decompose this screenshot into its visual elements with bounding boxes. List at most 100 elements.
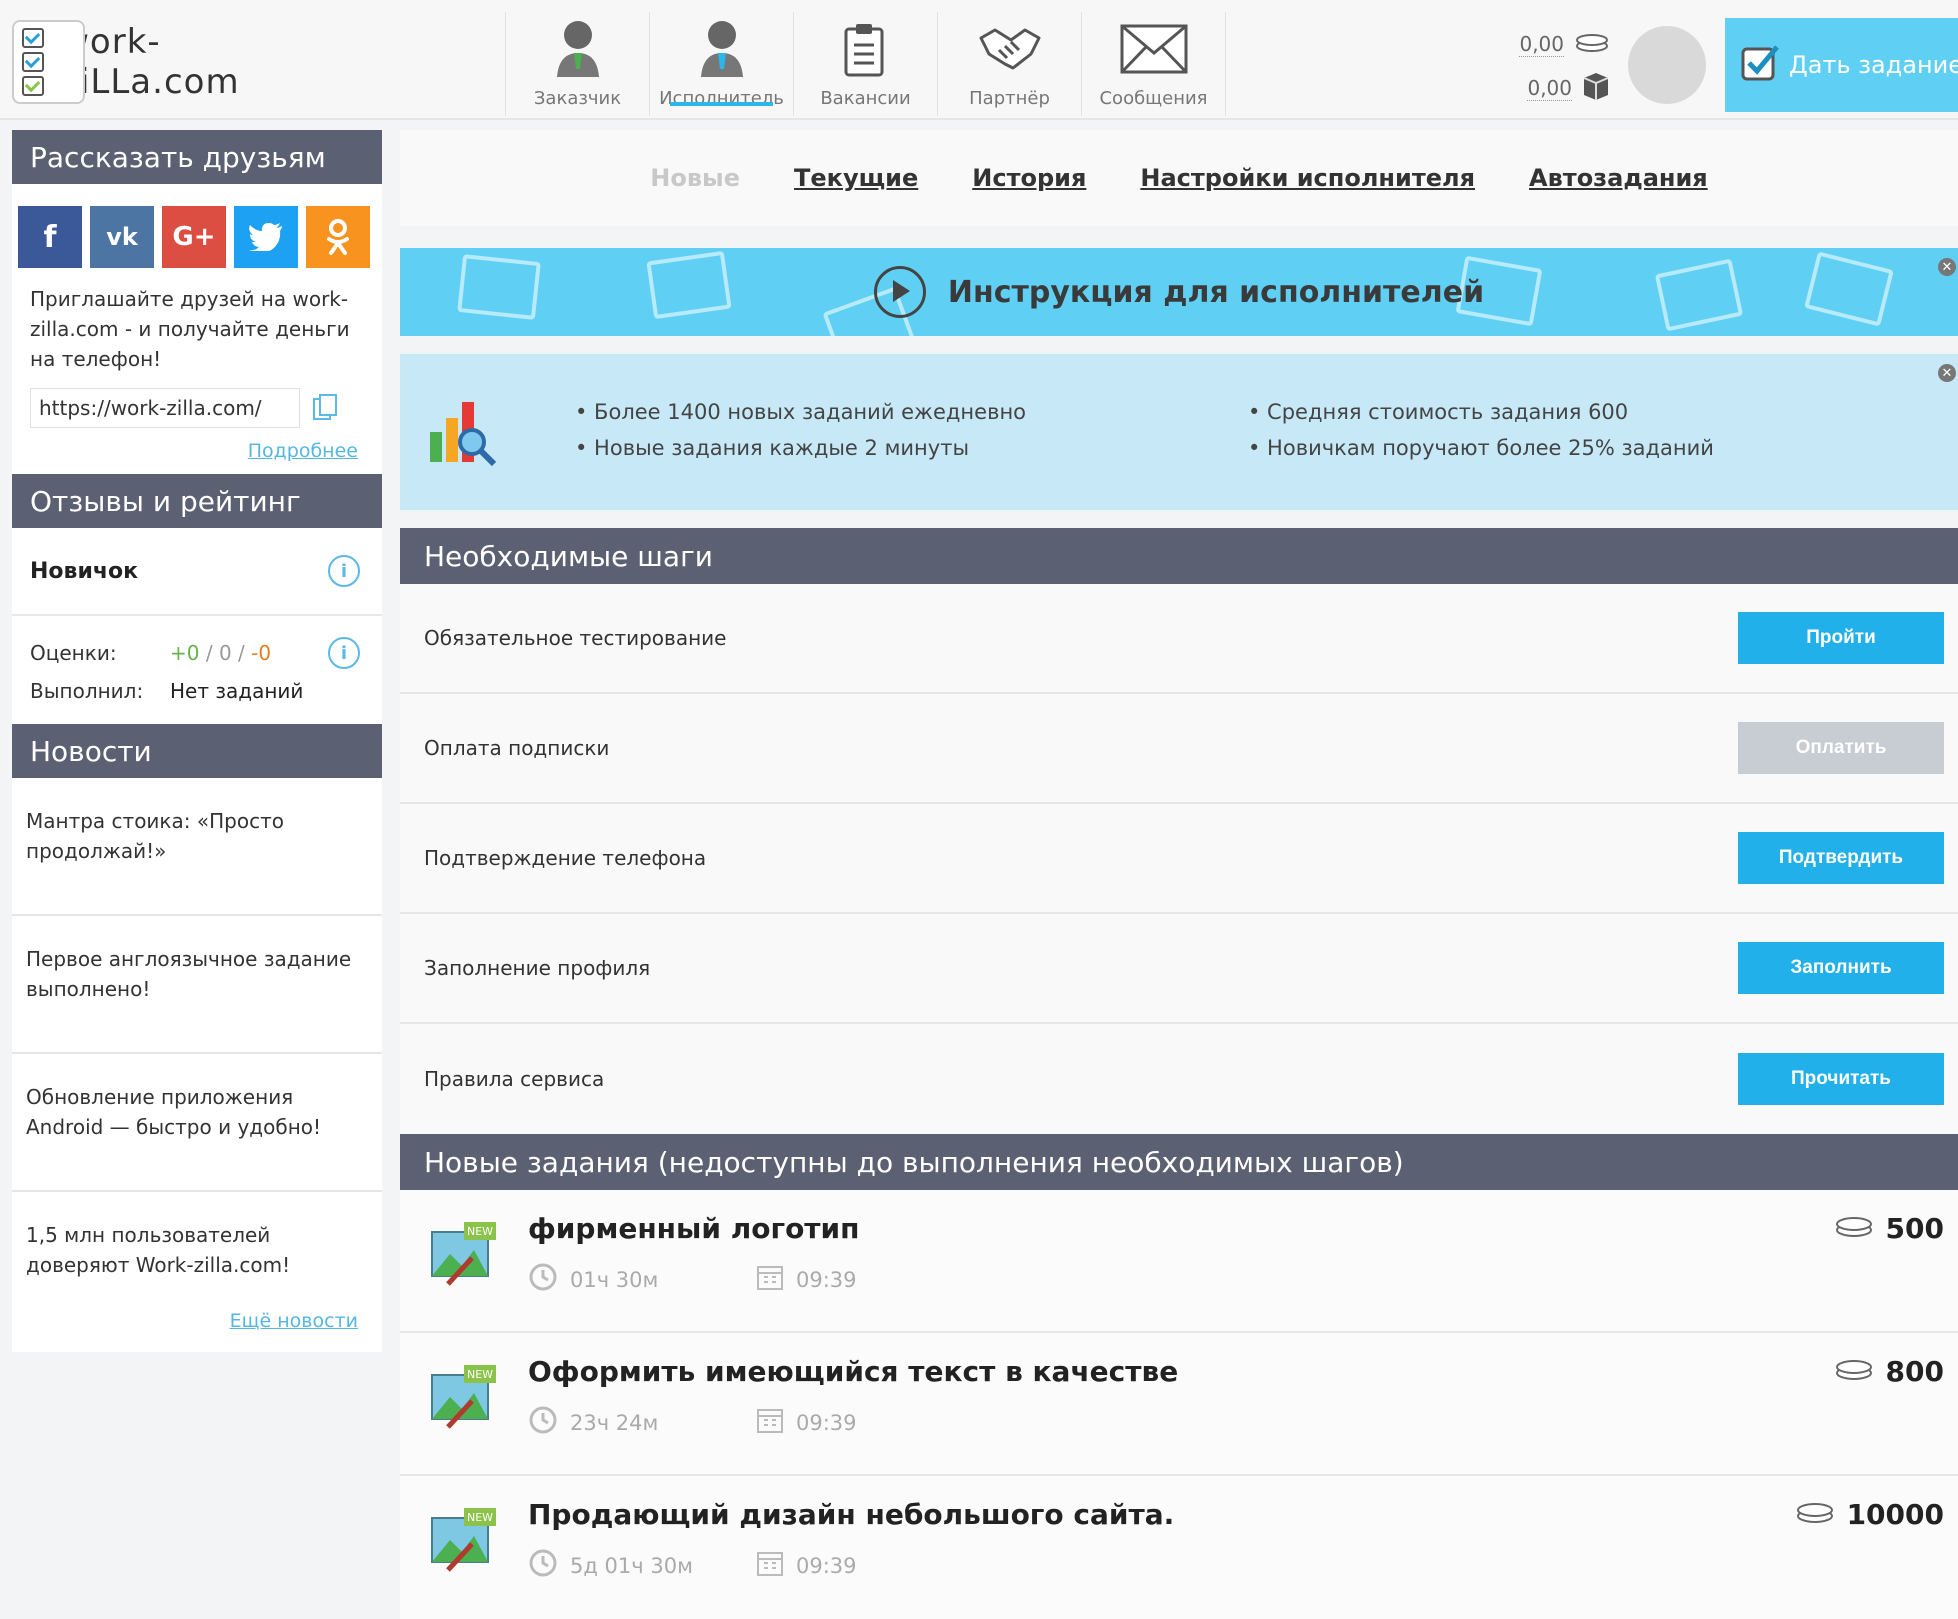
film-icon: [646, 250, 732, 320]
rank-row: Новичок i: [12, 528, 382, 616]
info-icon[interactable]: i: [328, 555, 360, 587]
handshake-icon: [975, 18, 1045, 80]
invite-text: Приглашайте друзей на work-zilla.com - и…: [30, 287, 350, 371]
balance-box[interactable]: 0,00: [1527, 76, 1572, 101]
news-header: Новости: [12, 724, 382, 778]
coins-icon: [1834, 1212, 1874, 1245]
close-icon[interactable]: ✕: [1938, 258, 1956, 276]
stats-box: Оценки: +0 / 0 / -0 i Выполнил: Нет зада…: [12, 616, 382, 724]
facebook-icon[interactable]: f: [18, 206, 82, 268]
chart-search-icon: [422, 392, 502, 472]
ref-link-input[interactable]: [30, 388, 300, 428]
main-content: Новые Текущие История Настройки исполнит…: [400, 130, 1958, 1619]
new-task-icon: NEW: [428, 1504, 500, 1576]
nav-partner[interactable]: Партнёр: [938, 12, 1082, 116]
tab-performer-settings[interactable]: Настройки исполнителя: [1140, 164, 1475, 192]
task-row[interactable]: NEW Оформить имеющийся текст в качестве …: [400, 1333, 1958, 1476]
tab-new: Новые: [650, 164, 741, 192]
task-price: 10000: [1795, 1498, 1944, 1531]
customer-icon: [543, 18, 613, 80]
task-title[interactable]: фирменный логотип: [528, 1212, 860, 1245]
task-row[interactable]: NEW Продающий дизайн небольшого сайта. 5…: [400, 1476, 1958, 1619]
new-task-icon: NEW: [428, 1361, 500, 1433]
nav-customer[interactable]: Заказчик: [505, 12, 650, 116]
tasks-header: Новые задания (недоступны до выполнения …: [400, 1134, 1958, 1190]
nav-messages[interactable]: Сообщения: [1082, 12, 1226, 116]
main-nav: Заказчик Исполнитель Вакансии Партнёр Со…: [505, 12, 1226, 116]
task-row[interactable]: NEW фирменный логотип 01ч 30м 09:39 500: [400, 1190, 1958, 1333]
social-buttons: f vk G+: [12, 184, 382, 278]
share-header: Рассказать друзьям: [12, 130, 382, 184]
task-duration: 01ч 30м: [570, 1267, 659, 1292]
grade-neutral: 0: [218, 641, 232, 665]
logo[interactable]: work-ziLLa.com: [12, 20, 332, 104]
nav-performer[interactable]: Исполнитель: [650, 12, 794, 116]
nav-vacancies[interactable]: Вакансии: [794, 12, 938, 116]
task-price: 500: [1834, 1212, 1944, 1245]
read-rules-button[interactable]: Прочитать: [1738, 1053, 1944, 1105]
task-meta: 01ч 30м 09:39: [528, 1262, 984, 1297]
checkmark-icon: [1739, 41, 1781, 89]
news-item[interactable]: Первое англоязычное задание выполнено!: [12, 916, 382, 1054]
fill-profile-button[interactable]: Заполнить: [1738, 942, 1944, 994]
clock-icon: [528, 1548, 558, 1583]
step-row: Оплата подписки Оплатить: [400, 694, 1958, 804]
logo-checkbox-icon: [12, 20, 86, 104]
odnoklassniki-icon[interactable]: [306, 206, 370, 268]
google-plus-icon[interactable]: G+: [162, 206, 226, 268]
balance-coins[interactable]: 0,00: [1519, 32, 1564, 57]
vacancies-icon: [831, 18, 901, 80]
fact-item: • Новичкам поручают более 25% заданий: [1248, 436, 1714, 460]
envelope-icon: [1119, 18, 1189, 80]
steps-header: Необходимые шаги: [400, 528, 1958, 584]
sidebar: Рассказать друзьям f vk G+ Приглашайте д…: [12, 130, 382, 1352]
share-box: f vk G+ Приглашайте друзей на work-zilla…: [12, 184, 382, 474]
grades-label: Оценки:: [30, 641, 117, 665]
fact-item: • Средняя стоимость задания 600: [1248, 400, 1629, 424]
twitter-icon[interactable]: [234, 206, 298, 268]
calendar-icon: [756, 1406, 784, 1439]
pass-test-button[interactable]: Пройти: [1738, 612, 1944, 664]
task-meta: 5д 01ч 30м 09:39: [528, 1548, 984, 1583]
fact-item: • Более 1400 новых заданий ежедневно: [575, 400, 1027, 424]
step-label: Подтверждение телефона: [424, 846, 707, 870]
task-time: 09:39: [796, 1410, 857, 1435]
close-icon[interactable]: ✕: [1938, 364, 1956, 382]
pay-subscription-button[interactable]: Оплатить: [1738, 722, 1944, 774]
task-title[interactable]: Продающий дизайн небольшого сайта.: [528, 1498, 1174, 1531]
share-more-link[interactable]: Подробнее: [12, 428, 382, 474]
task-duration: 5д 01ч 30м: [570, 1553, 693, 1578]
film-icon: [457, 254, 541, 320]
step-label: Оплата подписки: [424, 736, 610, 760]
tab-current[interactable]: Текущие: [794, 164, 918, 192]
give-task-button[interactable]: Дать задание: [1725, 18, 1958, 112]
news-item[interactable]: Мантра стоика: «Просто продолжай!»: [12, 778, 382, 916]
task-time: 09:39: [796, 1553, 857, 1578]
calendar-icon: [756, 1263, 784, 1296]
news-item[interactable]: Обновление приложения Android — быстро и…: [12, 1054, 382, 1192]
step-row: Заполнение профиля Заполнить: [400, 914, 1958, 1024]
avatar[interactable]: [1628, 26, 1706, 104]
logo-text: work-ziLLa.com: [57, 22, 332, 102]
task-meta: 23ч 24м 09:39: [528, 1405, 984, 1440]
vk-icon[interactable]: vk: [90, 206, 154, 268]
tab-autotasks[interactable]: Автозадания: [1529, 164, 1708, 192]
task-title[interactable]: Оформить имеющийся текст в качестве: [528, 1355, 1178, 1388]
news-more-link[interactable]: Ещё новости: [12, 1310, 382, 1352]
svg-text:NEW: NEW: [467, 1511, 493, 1524]
done-value: Нет заданий: [170, 679, 304, 703]
step-row: Обязательное тестирование Пройти: [400, 584, 1958, 694]
balance: 0,00 0,00: [1490, 22, 1610, 110]
svg-text:NEW: NEW: [467, 1368, 493, 1381]
copy-icon[interactable]: [312, 393, 338, 423]
instruction-banner[interactable]: Инструкция для исполнителей ✕: [400, 248, 1958, 336]
new-task-icon: NEW: [428, 1218, 500, 1290]
step-row: Правила сервиса Прочитать: [400, 1024, 1958, 1134]
info-icon[interactable]: i: [328, 637, 360, 669]
top-bar: work-ziLLa.com Заказчик Исполнитель Вака…: [0, 0, 1958, 120]
tab-history[interactable]: История: [972, 164, 1086, 192]
film-icon: [1654, 258, 1744, 332]
news-item[interactable]: 1,5 млн пользователей доверяют Work-zill…: [12, 1192, 382, 1310]
clock-icon: [528, 1262, 558, 1297]
confirm-phone-button[interactable]: Подтвердить: [1738, 832, 1944, 884]
